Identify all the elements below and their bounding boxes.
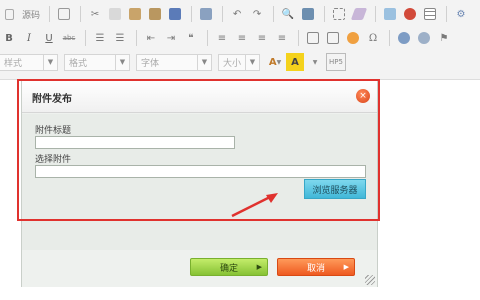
annotation-arrow — [231, 193, 278, 218]
